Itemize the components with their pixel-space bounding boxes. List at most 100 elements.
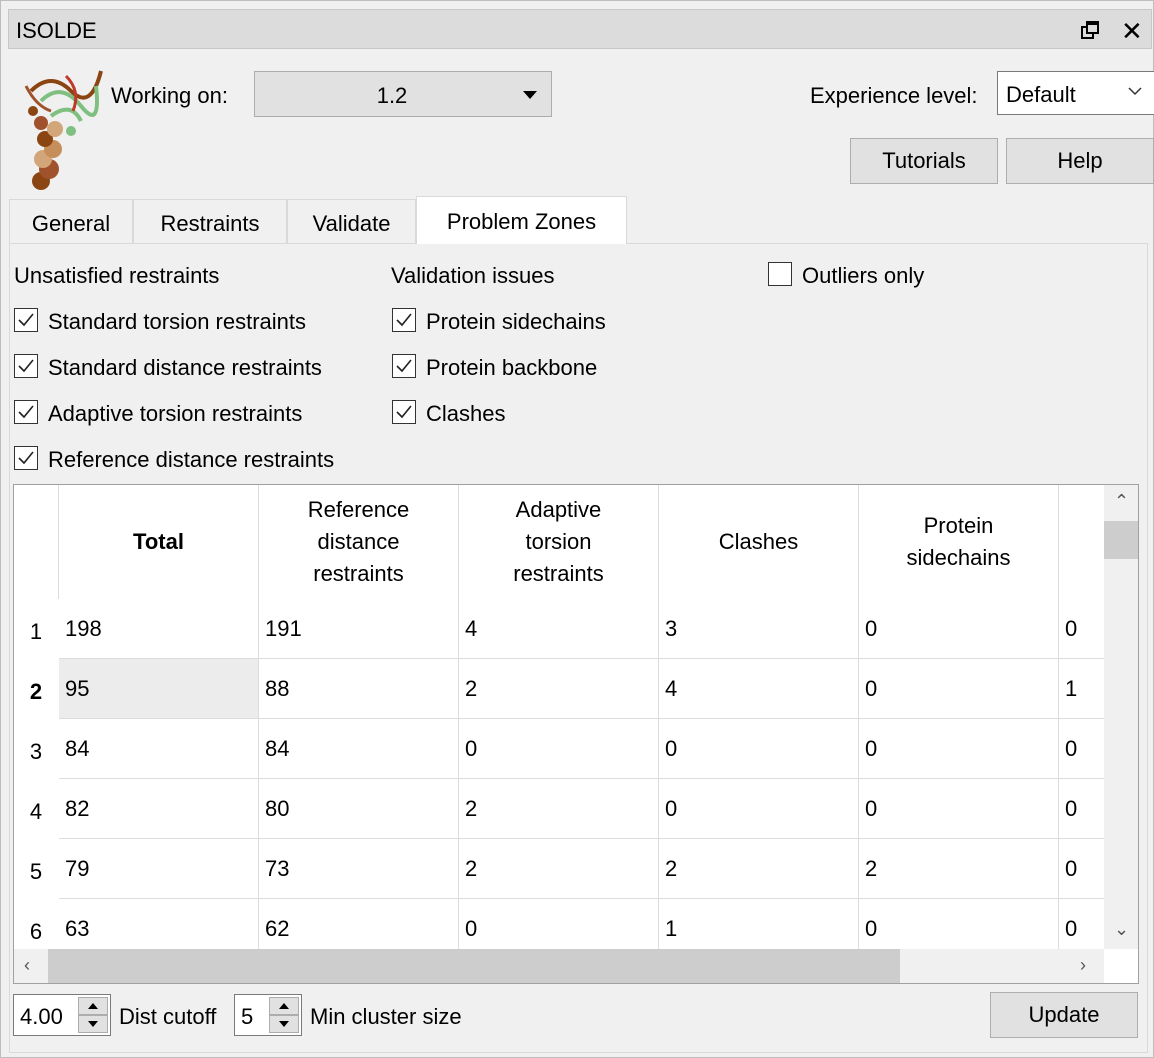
help-button[interactable]: Help bbox=[1006, 138, 1154, 184]
row-number[interactable]: 3 bbox=[14, 719, 58, 779]
table-cell[interactable]: 0 bbox=[1059, 839, 1104, 899]
table-cell[interactable]: 2 bbox=[459, 659, 659, 719]
isolde-window: ISOLDE ✕ Working on: 1.2 Experience leve… bbox=[0, 0, 1154, 1058]
spin-up-button[interactable] bbox=[78, 997, 108, 1015]
dist-cutoff-spinbox[interactable]: 4.00 bbox=[13, 994, 111, 1036]
checkbox-unchecked-icon[interactable] bbox=[768, 262, 792, 287]
checkbox-checked-icon[interactable] bbox=[392, 400, 416, 425]
table-cell[interactable]: 0 bbox=[1059, 779, 1104, 839]
vertical-scroll-thumb[interactable] bbox=[1104, 521, 1138, 559]
arrow-down-icon bbox=[88, 1021, 98, 1027]
tab-restraints[interactable]: Restraints bbox=[133, 199, 287, 243]
checkbox-adaptive-torsion[interactable]: Adaptive torsion restraints bbox=[14, 400, 302, 427]
table-cell[interactable]: 3 bbox=[659, 599, 859, 659]
row-number[interactable]: 5 bbox=[14, 839, 58, 899]
spin-down-button[interactable] bbox=[78, 1015, 108, 1033]
row-number[interactable]: 2 bbox=[14, 659, 58, 719]
checkbox-standard-torsion[interactable]: Standard torsion restraints bbox=[14, 308, 306, 335]
table-cell[interactable]: 82 bbox=[59, 779, 259, 839]
arrow-down-icon bbox=[279, 1021, 289, 1027]
experience-level-select[interactable]: Default bbox=[997, 71, 1154, 115]
scroll-left-icon[interactable]: ‹ bbox=[24, 955, 30, 976]
working-on-label: Working on: bbox=[111, 83, 228, 108]
checkbox-protein-sidechains[interactable]: Protein sidechains bbox=[392, 308, 606, 335]
checkbox-checked-icon[interactable] bbox=[392, 308, 416, 333]
table-cell[interactable]: 1 bbox=[1059, 659, 1104, 719]
table-cell[interactable]: 95 bbox=[59, 659, 259, 719]
checkbox-outliers-only[interactable]: Outliers only bbox=[768, 262, 924, 289]
column-header-reference-distance[interactable]: Reference distance restraints bbox=[259, 485, 459, 599]
horizontal-scroll-thumb[interactable] bbox=[48, 949, 900, 983]
checkbox-protein-backbone[interactable]: Protein backbone bbox=[392, 354, 597, 381]
experience-level-value: Default bbox=[1006, 82, 1076, 107]
tab-validate[interactable]: Validate bbox=[287, 199, 416, 243]
table-cell[interactable]: 191 bbox=[259, 599, 459, 659]
table-cell[interactable]: 0 bbox=[859, 599, 1059, 659]
checkbox-checked-icon[interactable] bbox=[14, 308, 38, 333]
table-cell[interactable]: 80 bbox=[259, 779, 459, 839]
checkbox-checked-icon[interactable] bbox=[14, 354, 38, 379]
table-cell[interactable]: 0 bbox=[1059, 719, 1104, 779]
spin-up-button[interactable] bbox=[269, 997, 299, 1015]
table-cell[interactable]: 79 bbox=[59, 839, 259, 899]
tab-problem-zones[interactable]: Problem Zones bbox=[416, 196, 627, 244]
min-cluster-label: Min cluster size bbox=[310, 1004, 462, 1029]
checkbox-checked-icon[interactable] bbox=[14, 446, 38, 471]
header-line: Total bbox=[133, 529, 184, 554]
tutorials-button[interactable]: Tutorials bbox=[850, 138, 998, 184]
table-cell[interactable]: 0 bbox=[1059, 599, 1104, 659]
table-cell[interactable]: 0 bbox=[459, 719, 659, 779]
spin-buttons bbox=[269, 997, 299, 1033]
header-line: Clashes bbox=[718, 529, 799, 554]
scroll-up-icon[interactable]: ⌃ bbox=[1114, 491, 1129, 512]
table-cell[interactable]: 0 bbox=[859, 779, 1059, 839]
table-cell[interactable]: 2 bbox=[459, 779, 659, 839]
table-cell[interactable]: 84 bbox=[59, 719, 259, 779]
column-header-protein-sidechains[interactable]: Protein sidechains bbox=[859, 485, 1059, 599]
table-cell[interactable]: 0 bbox=[859, 659, 1059, 719]
min-cluster-spinbox[interactable]: 5 bbox=[234, 994, 302, 1036]
title-bar[interactable]: ISOLDE ✕ bbox=[8, 9, 1152, 49]
table-cell[interactable]: 73 bbox=[259, 839, 459, 899]
checkbox-standard-distance[interactable]: Standard distance restraints bbox=[14, 354, 322, 381]
header-line: Reference bbox=[307, 497, 410, 522]
column-header-clashes[interactable]: Clashes bbox=[659, 485, 859, 599]
dist-cutoff-value: 4.00 bbox=[20, 1004, 63, 1029]
isolde-logo bbox=[24, 70, 103, 190]
checkbox-label: Clashes bbox=[426, 401, 506, 426]
table-cell[interactable]: 4 bbox=[659, 659, 859, 719]
spin-buttons bbox=[78, 997, 108, 1033]
working-on-dropdown[interactable]: 1.2 bbox=[254, 71, 552, 117]
table-cell[interactable]: 0 bbox=[659, 719, 859, 779]
table-cell[interactable]: 198 bbox=[59, 599, 259, 659]
checkbox-clashes[interactable]: Clashes bbox=[392, 400, 506, 427]
working-on-value: 1.2 bbox=[376, 83, 408, 108]
row-number[interactable]: 1 bbox=[14, 599, 58, 659]
column-header-total[interactable]: Total bbox=[59, 485, 259, 599]
table-cell[interactable]: 2 bbox=[459, 839, 659, 899]
table-cell[interactable]: 88 bbox=[259, 659, 459, 719]
table-cell[interactable]: 0 bbox=[659, 779, 859, 839]
scroll-right-icon[interactable]: › bbox=[1080, 955, 1086, 976]
update-button[interactable]: Update bbox=[990, 992, 1138, 1038]
checkbox-reference-distance[interactable]: Reference distance restraints bbox=[14, 446, 334, 473]
close-icon[interactable]: ✕ bbox=[1121, 16, 1143, 47]
problem-zones-table: Total Reference distance restraints Adap… bbox=[13, 484, 1139, 984]
row-number[interactable]: 4 bbox=[14, 779, 58, 839]
table-cell[interactable]: 2 bbox=[859, 839, 1059, 899]
column-header-adaptive-torsion[interactable]: Adaptive torsion restraints bbox=[459, 485, 659, 599]
tab-general[interactable]: General bbox=[9, 199, 133, 243]
restore-window-icon[interactable] bbox=[1079, 18, 1103, 42]
header-line: torsion bbox=[525, 529, 592, 554]
table-cell[interactable]: 84 bbox=[259, 719, 459, 779]
table-cell[interactable]: 0 bbox=[859, 719, 1059, 779]
chevron-down-icon bbox=[1128, 87, 1142, 96]
scroll-down-icon[interactable]: ⌄ bbox=[1114, 919, 1129, 940]
unsatisfied-restraints-heading: Unsatisfied restraints bbox=[14, 263, 220, 288]
spin-down-button[interactable] bbox=[269, 1015, 299, 1033]
column-header-truncated[interactable] bbox=[1059, 485, 1104, 599]
table-cell[interactable]: 4 bbox=[459, 599, 659, 659]
checkbox-checked-icon[interactable] bbox=[392, 354, 416, 379]
table-cell[interactable]: 2 bbox=[659, 839, 859, 899]
checkbox-checked-icon[interactable] bbox=[14, 400, 38, 425]
